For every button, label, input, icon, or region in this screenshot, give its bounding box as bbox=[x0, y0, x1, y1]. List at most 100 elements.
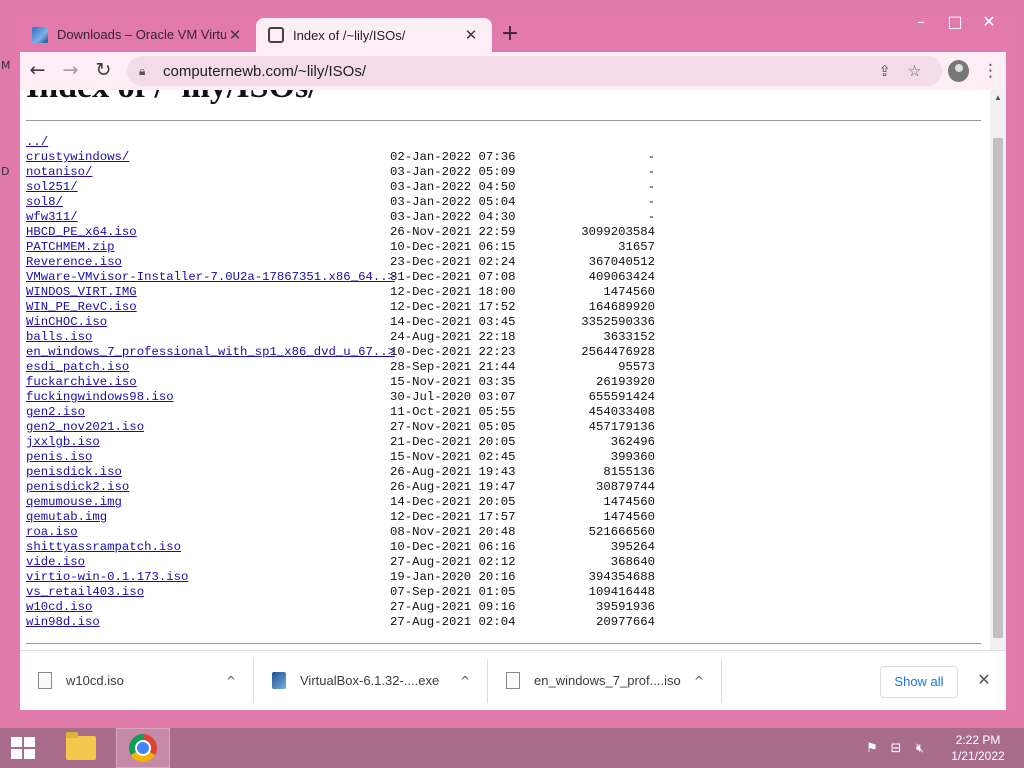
chevron-up-icon[interactable]: ^ bbox=[689, 674, 709, 688]
file-link[interactable]: jxxlgb.iso bbox=[26, 435, 390, 450]
folder-icon bbox=[66, 732, 96, 760]
file-date: 07-Sep-2021 01:05 bbox=[390, 585, 516, 599]
file-size: 164689920 bbox=[588, 300, 655, 314]
tab-close-icon[interactable]: ✕ bbox=[462, 26, 480, 44]
back-button[interactable]: ← bbox=[22, 55, 53, 87]
file-size: 95573 bbox=[618, 360, 655, 374]
scroll-thumb[interactable] bbox=[993, 138, 1003, 638]
taskbar-chrome[interactable] bbox=[116, 728, 170, 768]
file-link[interactable]: WIN_PE_RevC.iso bbox=[26, 300, 390, 315]
file-link[interactable]: HBCD_PE_x64.iso bbox=[26, 225, 390, 240]
file-link[interactable]: balls.iso bbox=[26, 330, 390, 345]
file-size: - bbox=[647, 195, 655, 209]
file-icon bbox=[38, 672, 52, 689]
profile-avatar-icon[interactable] bbox=[947, 60, 969, 82]
file-size: 2564476928 bbox=[581, 345, 655, 359]
file-link[interactable]: crustywindows/ bbox=[26, 150, 390, 165]
clock-time: 2:22 PM bbox=[955, 733, 1001, 747]
file-date: 26-Aug-2021 19:43 bbox=[390, 465, 516, 479]
file-link[interactable]: shittyassrampatch.iso bbox=[26, 540, 390, 555]
file-size: 30879744 bbox=[595, 480, 655, 494]
file-link[interactable]: w10cd.iso bbox=[26, 600, 390, 615]
file-link[interactable]: virtio-win-0.1.173.iso bbox=[26, 570, 390, 585]
file-link[interactable]: win98d.iso bbox=[26, 615, 390, 630]
file-link[interactable]: notaniso/ bbox=[26, 165, 390, 180]
file-size: 399360 bbox=[610, 450, 655, 464]
file-date: 26-Aug-2021 19:47 bbox=[390, 480, 516, 494]
file-link[interactable]: qemumouse.img bbox=[26, 495, 390, 510]
forward-button[interactable]: → bbox=[55, 55, 86, 87]
url-text[interactable]: computernewb.com/~lily/ISOs/ bbox=[163, 63, 870, 80]
maximize-button[interactable]: □ bbox=[938, 12, 972, 34]
vertical-scrollbar[interactable]: ▲ bbox=[990, 90, 1006, 650]
browser-toolbar: ← → ↻ 🔒︎ computernewb.com/~lily/ISOs/ ⇪ … bbox=[20, 52, 1006, 90]
show-all-button[interactable]: Show all bbox=[880, 666, 958, 698]
listing-row: HBCD_PE_x64.iso 26-Nov-2021 22:59 30992035… bbox=[26, 225, 655, 240]
file-size: - bbox=[647, 150, 655, 164]
address-bar[interactable]: 🔒︎ computernewb.com/~lily/ISOs/ ⇪ ☆ bbox=[127, 56, 942, 86]
listing-row: VMware-VMvisor-Installer-7.0U2a-17867351… bbox=[26, 270, 655, 285]
bookmark-star-icon[interactable]: ☆ bbox=[900, 62, 930, 80]
listing-row: WinCHOC.iso 14-Dec-2021 03:45 3352590336 bbox=[26, 315, 655, 330]
download-item[interactable]: en_windows_7_prof....iso ^ bbox=[488, 658, 722, 703]
listing-row: virtio-win-0.1.173.iso 19-Jan-2020 20:16 3… bbox=[26, 570, 655, 585]
file-link[interactable]: VMware-VMvisor-Installer-7.0U2a-17867351… bbox=[26, 270, 395, 285]
file-link[interactable]: Reverence.iso bbox=[26, 255, 390, 270]
file-size: - bbox=[647, 180, 655, 194]
file-icon bbox=[506, 672, 520, 689]
file-link[interactable]: sol8/ bbox=[26, 195, 390, 210]
tab-downloads[interactable]: Downloads – Oracle VM Virtual⊞ ✕ bbox=[20, 18, 256, 52]
file-link[interactable]: roa.iso bbox=[26, 525, 390, 540]
file-link[interactable]: en_windows_7_professional_with_sp1_x86_d… bbox=[26, 345, 395, 360]
speaker-muted-icon[interactable]: 🔇︎ bbox=[908, 741, 932, 756]
file-link[interactable]: penisdick.iso bbox=[26, 465, 390, 480]
file-link[interactable]: WinCHOC.iso bbox=[26, 315, 390, 330]
tab-strip: Downloads – Oracle VM Virtual⊞ ✕ Index o… bbox=[20, 16, 528, 52]
file-link[interactable]: qemutab.img bbox=[26, 510, 390, 525]
reload-button[interactable]: ↻ bbox=[88, 55, 119, 87]
share-icon[interactable]: ⇪ bbox=[870, 62, 900, 80]
file-date: 28-Sep-2021 21:44 bbox=[390, 360, 516, 374]
listing-row: win98d.iso 27-Aug-2021 02:04 20977664 bbox=[26, 615, 655, 630]
clock[interactable]: 2:22 PM 1/21/2022 bbox=[946, 732, 1010, 764]
download-item[interactable]: w10cd.iso ^ bbox=[20, 658, 254, 703]
tab-close-icon[interactable]: ✕ bbox=[226, 26, 244, 44]
file-link[interactable]: sol251/ bbox=[26, 180, 390, 195]
file-link[interactable]: vide.iso bbox=[26, 555, 390, 570]
file-size: 409063424 bbox=[588, 270, 655, 284]
network-icon[interactable]: ⊟ bbox=[884, 741, 908, 756]
minimize-button[interactable]: – bbox=[904, 12, 938, 34]
download-item[interactable]: VirtualBox-6.1.32-....exe ^ bbox=[254, 658, 488, 703]
listing-row: PATCHMEM.zip 10-Dec-2021 06:15 31657 bbox=[26, 240, 655, 255]
file-link[interactable]: vs_retail403.iso bbox=[26, 585, 390, 600]
flag-icon[interactable]: ⚑ bbox=[860, 741, 884, 756]
scroll-up-icon[interactable]: ▲ bbox=[990, 90, 1006, 106]
file-link[interactable]: penis.iso bbox=[26, 450, 390, 465]
tab-index[interactable]: Index of /~lily/ISOs/ ✕ bbox=[256, 18, 492, 52]
file-link[interactable]: fuckingwindows98.iso bbox=[26, 390, 390, 405]
file-link[interactable]: WINDOS_VIRT.IMG bbox=[26, 285, 390, 300]
file-date: 14-Dec-2021 20:05 bbox=[390, 495, 516, 509]
window-controls: – □ ✕ bbox=[904, 12, 1006, 34]
chevron-up-icon[interactable]: ^ bbox=[221, 674, 241, 688]
file-link[interactable]: gen2_nov2021.iso bbox=[26, 420, 390, 435]
file-link[interactable]: fuckarchive.iso bbox=[26, 375, 390, 390]
tab-title: Downloads – Oracle VM Virtual⊞ bbox=[57, 27, 226, 42]
menu-kebab-icon[interactable]: ⋮ bbox=[975, 61, 1006, 81]
file-link[interactable]: PATCHMEM.zip bbox=[26, 240, 390, 255]
file-date: 15-Nov-2021 03:35 bbox=[390, 375, 516, 389]
file-link[interactable]: ../ bbox=[26, 135, 390, 150]
start-button[interactable] bbox=[0, 728, 46, 768]
file-date: 23-Dec-2021 02:24 bbox=[390, 255, 516, 269]
file-link[interactable]: esdi_patch.iso bbox=[26, 360, 390, 375]
new-tab-button[interactable]: + bbox=[492, 18, 528, 52]
close-window-button[interactable]: ✕ bbox=[972, 12, 1006, 34]
close-shelf-icon[interactable]: ✕ bbox=[974, 670, 994, 689]
file-link[interactable]: wfw311/ bbox=[26, 210, 390, 225]
listing-row: crustywindows/02-Jan-2022 07:36 - bbox=[26, 150, 655, 165]
chevron-up-icon[interactable]: ^ bbox=[455, 674, 475, 688]
file-link[interactable]: gen2.iso bbox=[26, 405, 390, 420]
lock-icon[interactable]: 🔒︎ bbox=[139, 64, 153, 79]
taskbar-file-explorer[interactable] bbox=[54, 728, 108, 768]
file-link[interactable]: penisdick2.iso bbox=[26, 480, 390, 495]
